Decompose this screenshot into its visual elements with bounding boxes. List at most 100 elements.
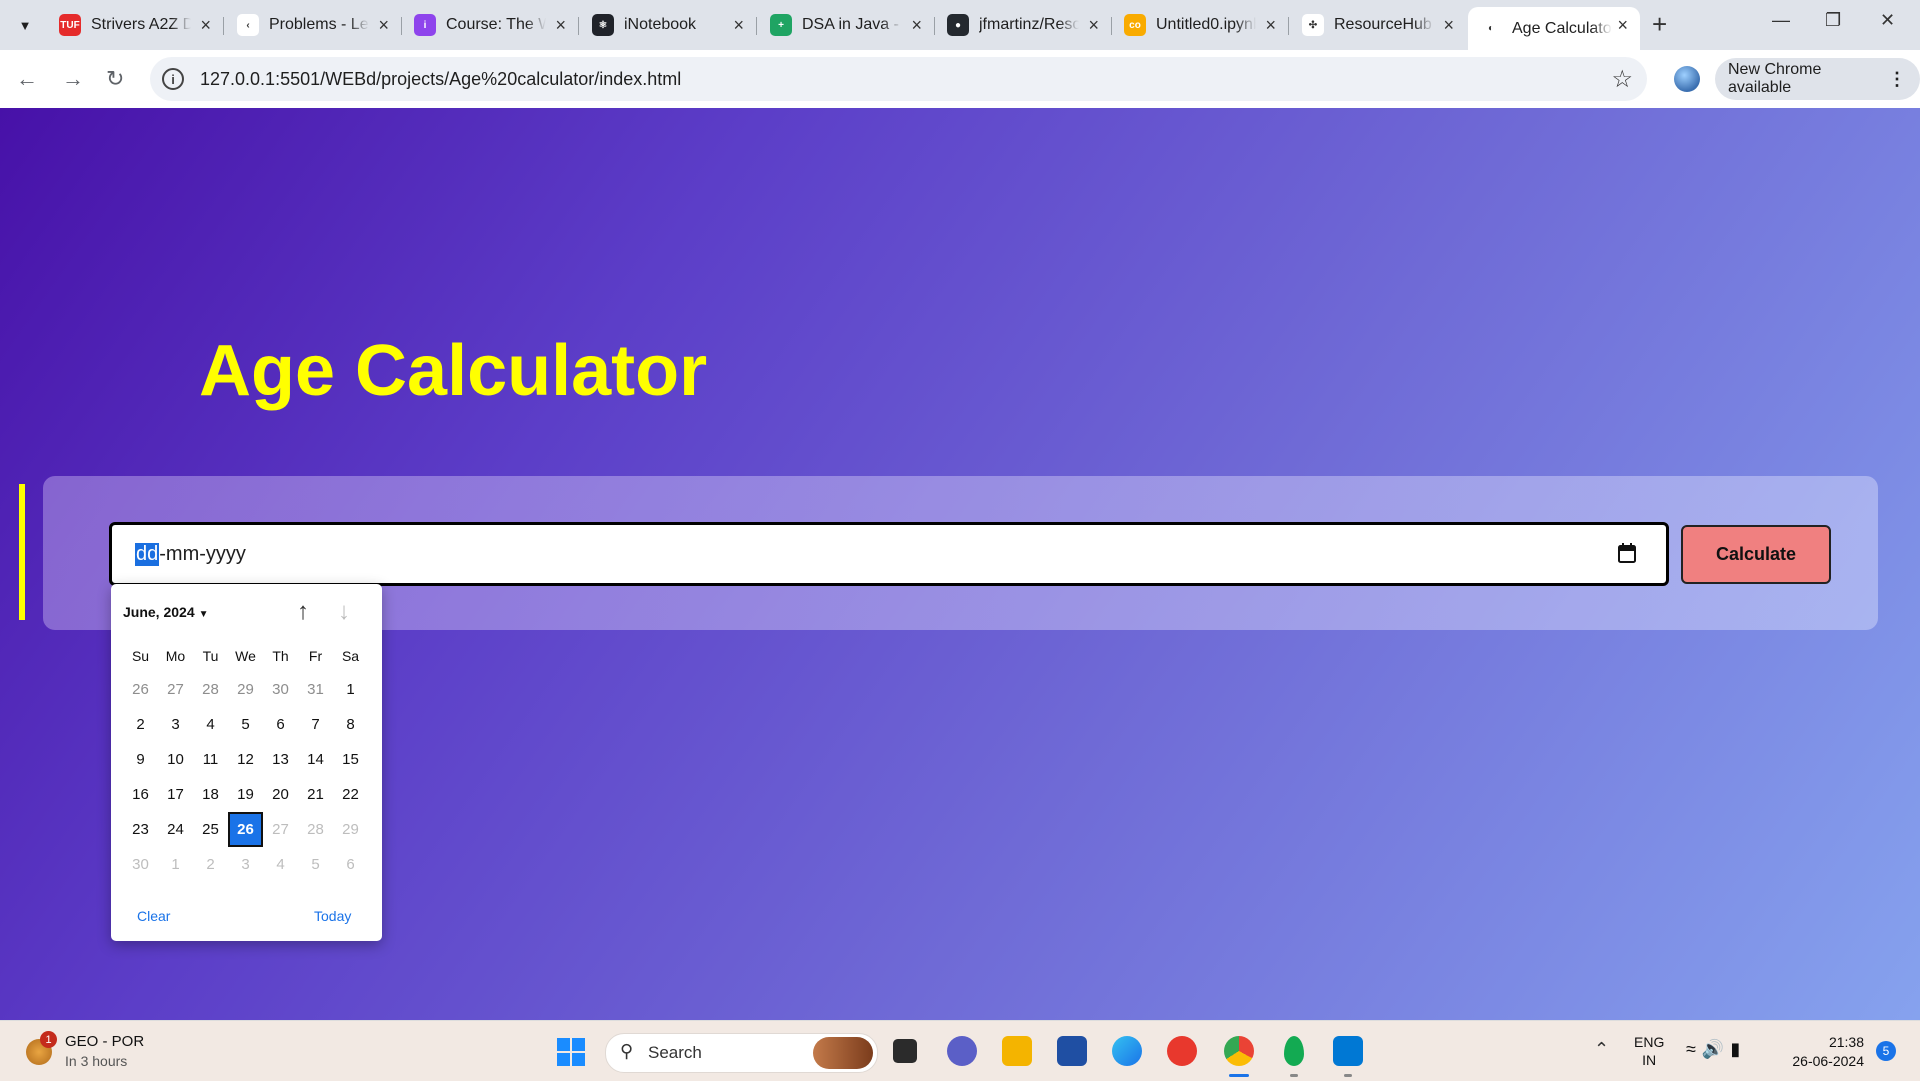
day-cell[interactable]: 2 [123, 707, 158, 742]
notification-badge[interactable]: 5 [1876, 1041, 1896, 1061]
chrome-icon[interactable] [1224, 1036, 1254, 1066]
reload-button[interactable]: ↻ [106, 66, 124, 92]
close-tab-icon[interactable]: × [378, 15, 389, 36]
close-tab-icon[interactable]: × [1443, 15, 1454, 36]
day-cell[interactable]: 4 [263, 847, 298, 882]
task-view-icon[interactable] [893, 1039, 917, 1063]
new-tab-button[interactable]: + [1652, 9, 1667, 40]
day-cell[interactable]: 5 [298, 847, 333, 882]
month-year-selector[interactable]: June, 2024 ▼ [123, 604, 209, 620]
day-cell[interactable]: 23 [123, 812, 158, 847]
day-cell[interactable]: 5 [228, 707, 263, 742]
language-indicator[interactable]: ENG IN [1634, 1033, 1664, 1069]
bookmark-star-icon[interactable]: ☆ [1611, 65, 1633, 94]
close-tab-icon[interactable]: × [1265, 15, 1276, 36]
day-cell[interactable]: 17 [158, 777, 193, 812]
close-window-button[interactable]: ✕ [1880, 10, 1895, 31]
file-explorer-icon[interactable] [1002, 1036, 1032, 1066]
day-cell[interactable]: 30 [263, 672, 298, 707]
show-hidden-icons-icon[interactable]: ⌃ [1594, 1039, 1609, 1060]
day-cell[interactable]: 6 [263, 707, 298, 742]
next-month-arrow-icon[interactable]: ↓ [338, 598, 350, 626]
day-cell[interactable]: 15 [333, 742, 368, 777]
day-cell[interactable]: 3 [158, 707, 193, 742]
day-cell[interactable]: 21 [298, 777, 333, 812]
day-cell[interactable]: 20 [263, 777, 298, 812]
day-cell[interactable]: 11 [193, 742, 228, 777]
edge-icon[interactable] [1112, 1036, 1142, 1066]
kebab-menu-icon[interactable]: ⋮ [1888, 69, 1906, 90]
close-tab-icon[interactable]: × [733, 15, 744, 36]
browser-tab[interactable]: ● jfmartinz/ResourceHub × [935, 7, 1112, 43]
day-cell[interactable]: 28 [298, 812, 333, 847]
back-button[interactable]: ← [16, 66, 38, 92]
minimize-button[interactable]: — [1772, 10, 1790, 31]
day-cell[interactable]: 30 [123, 847, 158, 882]
browser-tab[interactable]: ✣ ResourceHub × [1290, 7, 1466, 43]
taskbar-search[interactable]: ⚲ Search [605, 1033, 878, 1073]
browser-tab[interactable]: co Untitled0.ipynb × [1112, 7, 1289, 43]
vscode-icon[interactable] [1333, 1036, 1363, 1066]
start-windows-icon[interactable] [557, 1038, 585, 1066]
day-cell[interactable]: 6 [333, 847, 368, 882]
birthdate-input[interactable]: dd -mm-yyyy [109, 522, 1669, 586]
browser-tab[interactable]: TUF Strivers A2Z DSA × [47, 7, 224, 43]
close-tab-icon[interactable]: × [1088, 15, 1099, 36]
day-cell[interactable]: 7 [298, 707, 333, 742]
system-tray[interactable]: ≈🔊▮ [1686, 1039, 1746, 1060]
site-info-icon[interactable]: i [162, 68, 184, 90]
previous-month-arrow-icon[interactable]: ↑ [297, 598, 309, 626]
day-cell[interactable]: 14 [298, 742, 333, 777]
day-cell[interactable]: 2 [193, 847, 228, 882]
teams-chat-icon[interactable] [947, 1036, 977, 1066]
clear-button[interactable]: Clear [137, 908, 170, 924]
day-cell[interactable]: 8 [333, 707, 368, 742]
day-cell[interactable]: 9 [123, 742, 158, 777]
today-button[interactable]: Today [314, 908, 351, 924]
day-cell[interactable]: 10 [158, 742, 193, 777]
address-bar[interactable]: i 127.0.0.1:5501/WEBd/projects/Age%20cal… [150, 57, 1647, 101]
close-tab-icon[interactable]: × [200, 15, 211, 36]
microsoft-store-icon[interactable] [1057, 1036, 1087, 1066]
day-cell[interactable]: 12 [228, 742, 263, 777]
day-cell[interactable]: 22 [333, 777, 368, 812]
day-cell[interactable]: 19 [228, 777, 263, 812]
day-cell[interactable]: 29 [333, 812, 368, 847]
close-tab-icon[interactable]: × [1617, 15, 1628, 36]
wps-office-icon[interactable] [1167, 1036, 1197, 1066]
day-cell[interactable]: 31 [298, 672, 333, 707]
day-cell[interactable]: 16 [123, 777, 158, 812]
close-tab-icon[interactable]: × [911, 15, 922, 36]
browser-tab[interactable]: ◐ Age Calculator × [1468, 7, 1640, 50]
day-cell[interactable]: 24 [158, 812, 193, 847]
url-text[interactable]: 127.0.0.1:5501/WEBd/projects/Age%20calcu… [200, 69, 681, 90]
tab-search-button[interactable]: ▼ [11, 11, 39, 39]
day-cell[interactable]: 29 [228, 672, 263, 707]
restore-button[interactable]: ❐ [1825, 10, 1841, 31]
day-cell[interactable]: 13 [263, 742, 298, 777]
weather-widget[interactable]: 1 GEO - POR In 3 hours [26, 1031, 186, 1073]
day-cell[interactable]: 1 [333, 672, 368, 707]
profile-avatar[interactable] [1674, 66, 1700, 92]
day-cell[interactable]: 27 [263, 812, 298, 847]
calculate-button[interactable]: Calculate [1681, 525, 1831, 584]
mongodb-icon[interactable] [1284, 1036, 1304, 1066]
browser-tab[interactable]: i Course: The Web × [402, 7, 579, 43]
day-cell[interactable]: 27 [158, 672, 193, 707]
browser-tab[interactable]: ‹ Problems - LeetCode × [225, 7, 402, 43]
clock[interactable]: 21:38 26-06-2024 [1780, 1033, 1864, 1071]
day-cell[interactable]: 1 [158, 847, 193, 882]
forward-button[interactable]: → [62, 66, 84, 92]
day-segment[interactable]: dd [135, 542, 160, 566]
calendar-icon[interactable] [1618, 543, 1636, 563]
browser-tab[interactable]: ⚛ iNotebook × [580, 7, 757, 43]
browser-tab[interactable]: + DSA in Java - Google × [758, 7, 935, 43]
day-cell[interactable]: 18 [193, 777, 228, 812]
day-cell[interactable]: 28 [193, 672, 228, 707]
day-cell[interactable]: 4 [193, 707, 228, 742]
day-cell[interactable]: 25 [193, 812, 228, 847]
day-cell[interactable]: 26 [123, 672, 158, 707]
selected-day-cell[interactable]: 26 [228, 812, 263, 847]
chrome-update-button[interactable]: New Chrome available ⋮ [1715, 58, 1920, 100]
day-cell[interactable]: 3 [228, 847, 263, 882]
